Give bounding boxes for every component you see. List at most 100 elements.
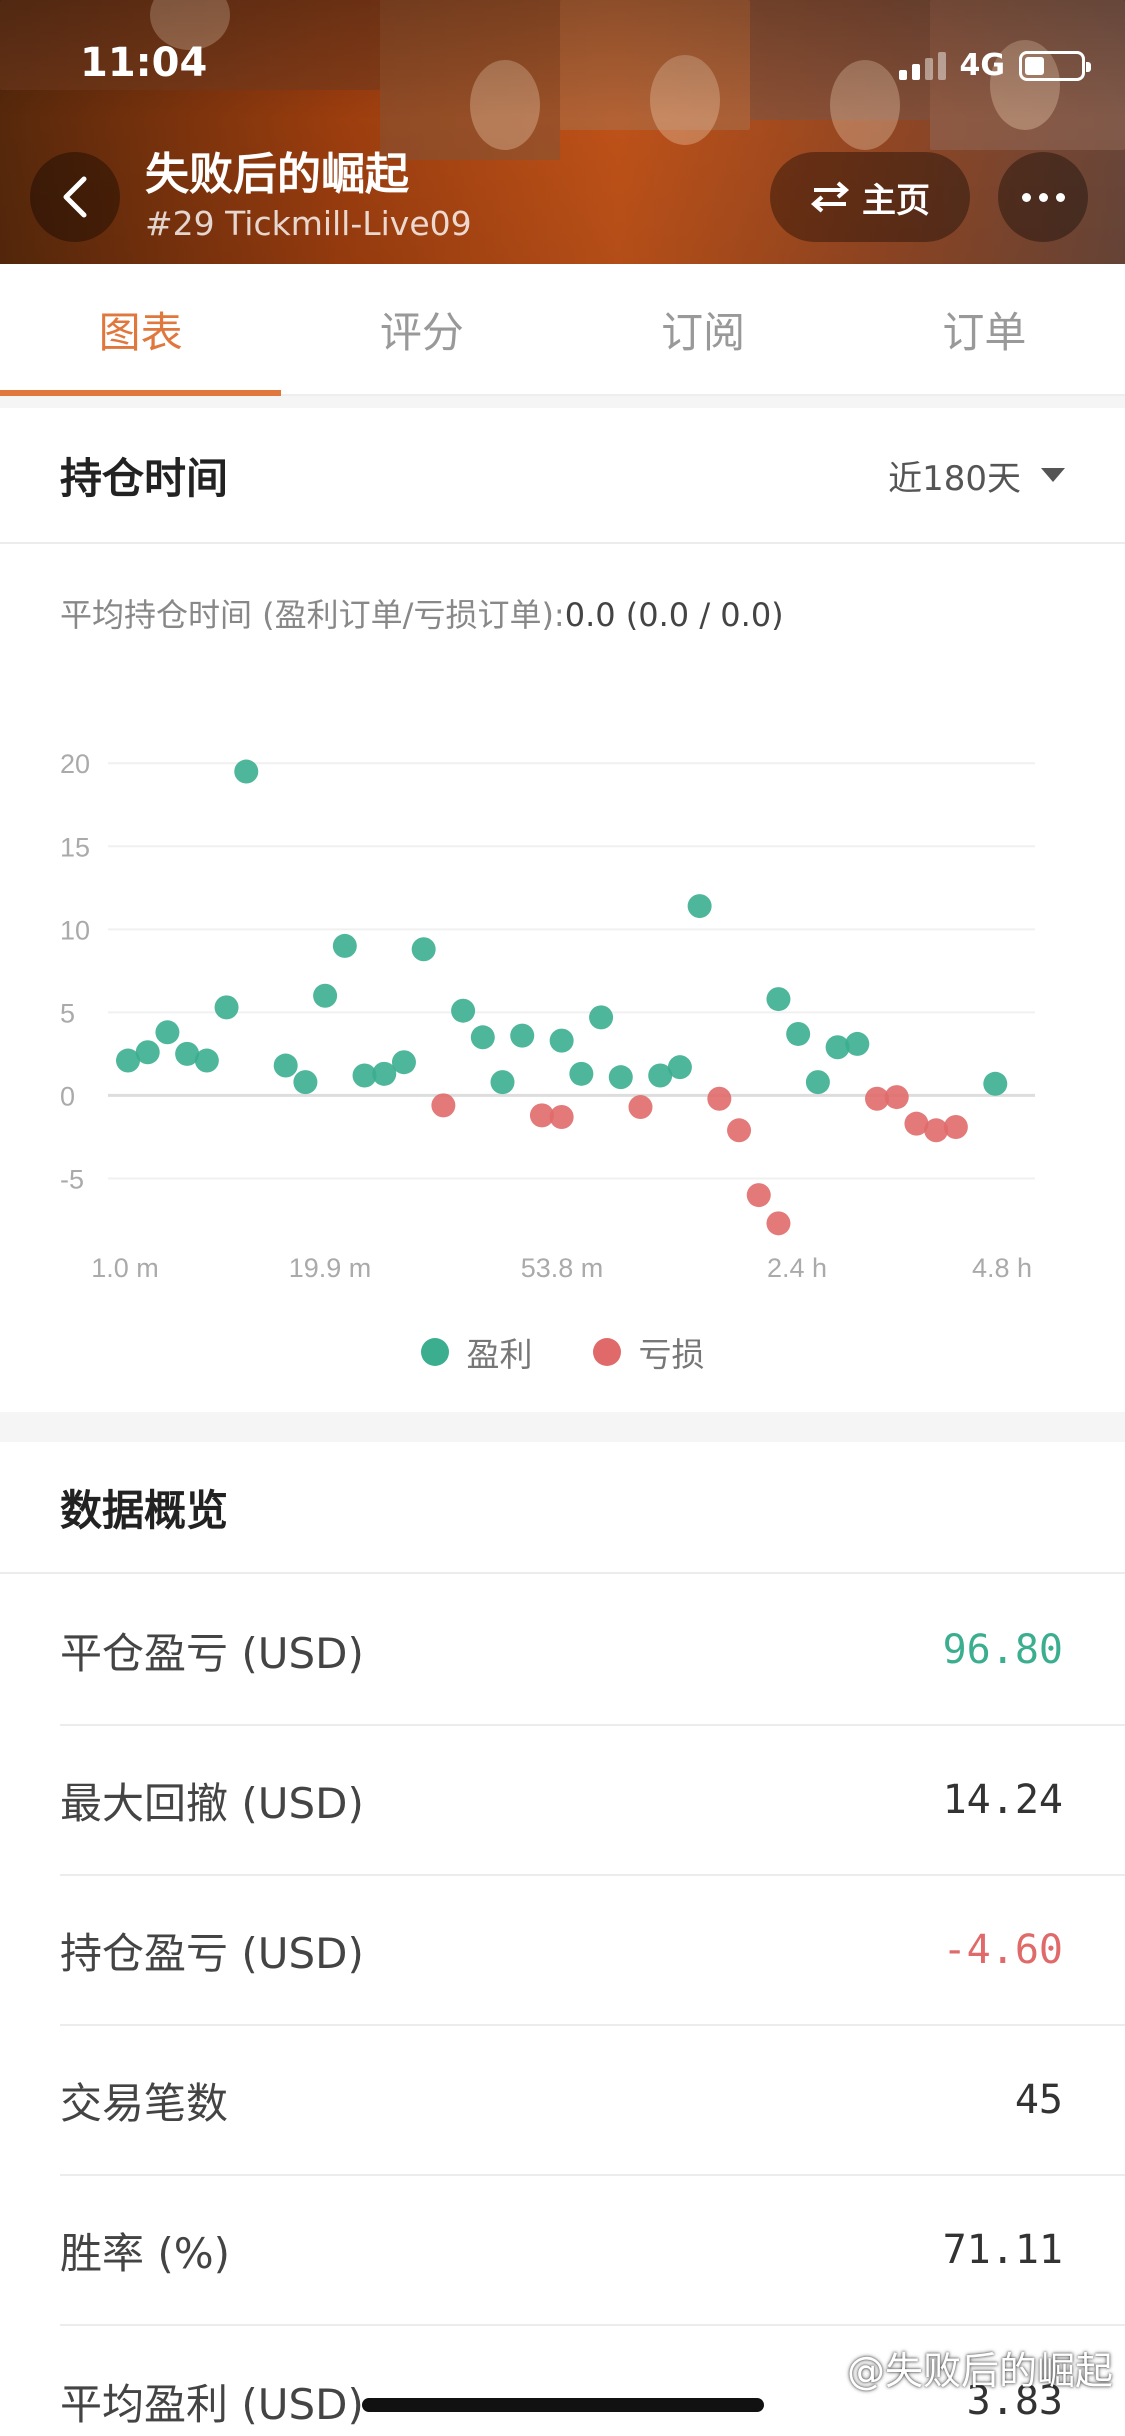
swap-icon — [810, 181, 850, 213]
avg-holding-value: 0.0 (0.0 / 0.0) — [564, 596, 784, 634]
profit-point — [667, 1055, 692, 1080]
profit-point — [805, 1070, 830, 1095]
period-label: 近180天 — [888, 458, 1021, 499]
more-button[interactable] — [998, 152, 1088, 242]
home-indicator[interactable] — [362, 2398, 764, 2412]
profit-point — [214, 995, 239, 1020]
loss-point — [549, 1105, 574, 1130]
avg-holding-label: 平均持仓时间 (盈利订单/亏损订单): — [60, 596, 565, 634]
loss-point — [943, 1114, 968, 1139]
profit-point — [194, 1048, 219, 1073]
profit-point — [273, 1053, 298, 1078]
profit-point — [155, 1020, 180, 1045]
overview-label: 平仓盈亏 (USD) — [60, 1628, 364, 1678]
holding-time-header: 持仓时间 近180天 — [0, 408, 1125, 544]
status-icons: 4G — [898, 48, 1091, 83]
home-button[interactable]: 主页 — [770, 152, 970, 242]
x-tick-label: 53.8 m — [521, 1253, 604, 1283]
y-tick-label: -5 — [60, 1164, 84, 1194]
profit-point — [234, 759, 259, 784]
profit-point — [490, 1070, 515, 1095]
y-tick-label: 15 — [60, 832, 90, 862]
overview-value: 14.24 — [942, 1777, 1063, 1823]
tab-bar: 图表 评分 订阅 订单 — [0, 264, 1125, 396]
loss-point — [431, 1093, 456, 1118]
overview-row: 最大回撤 (USD) 14.24 — [60, 1726, 1125, 1876]
legend-label-loss: 亏损 — [638, 1335, 705, 1374]
profit-point — [313, 983, 338, 1008]
battery-icon — [1019, 50, 1091, 81]
overview-label: 持仓盈亏 (USD) — [60, 1928, 364, 1978]
loss-point — [746, 1183, 771, 1208]
profit-point — [786, 1021, 811, 1046]
tab-orders[interactable]: 订单 — [844, 264, 1125, 394]
legend-dot-profit — [420, 1338, 449, 1366]
profit-point — [470, 1025, 495, 1050]
loss-point — [766, 1211, 791, 1236]
overview-header: 数据概览 — [0, 1442, 1125, 1574]
profit-point — [332, 933, 357, 958]
loss-point — [727, 1118, 752, 1143]
profit-point — [135, 1040, 160, 1065]
overview-row: 平仓盈亏 (USD) 96.80 — [60, 1576, 1125, 1726]
y-tick-label: 20 — [60, 749, 90, 779]
y-tick-label: 10 — [60, 915, 90, 945]
avg-holding-text: 平均持仓时间 (盈利订单/亏损订单):0.0 (0.0 / 0.0) — [60, 590, 784, 636]
overview-label: 交易笔数 — [60, 2078, 229, 2128]
overview-title: 数据概览 — [60, 1485, 229, 1535]
profit-point — [766, 987, 791, 1012]
x-tick-label: 2.4 h — [767, 1253, 827, 1283]
profit-point — [549, 1028, 574, 1053]
page-title: 失败后的崛起 — [145, 149, 409, 200]
loss-point — [884, 1085, 909, 1110]
y-tick-label: 0 — [60, 1081, 75, 1111]
profile-header: 11:04 4G 失败后的崛起 #29 Tickmill-Live09 主页 — [0, 0, 1125, 264]
loss-point — [628, 1095, 653, 1120]
legend-item-profit[interactable]: 盈利 — [420, 1328, 533, 1376]
profit-point — [411, 937, 436, 962]
home-button-label: 主页 — [862, 180, 930, 221]
back-button[interactable] — [30, 152, 120, 242]
overview-label: 胜率 (%) — [60, 2228, 231, 2278]
profit-point — [569, 1061, 594, 1086]
profit-point — [983, 1071, 1008, 1096]
caret-down-icon — [1041, 468, 1065, 482]
period-selector[interactable]: 近180天 — [888, 451, 1065, 500]
tab-rating[interactable]: 评分 — [281, 264, 562, 394]
overview-label: 平均盈利 (USD) — [60, 2379, 364, 2429]
y-tick-label: 5 — [60, 998, 75, 1028]
legend-dot-loss — [592, 1338, 621, 1366]
status-time: 11:04 — [80, 40, 208, 86]
overview-label: 最大回撤 (USD) — [60, 1778, 364, 1828]
overview-row: 交易笔数 45 — [60, 2026, 1125, 2176]
overview-row: 持仓盈亏 (USD) -4.60 — [60, 1876, 1125, 2026]
overview-value: 96.80 — [942, 1627, 1063, 1673]
signal-icon — [898, 51, 946, 80]
chevron-left-icon — [63, 176, 87, 218]
profit-point — [391, 1050, 416, 1075]
overview-value: 45 — [1014, 2077, 1063, 2123]
holding-time-scatter-chart: 20 15 10 5 0 -5 1.0 m 19.9 m 53.8 m 2.4 h 4.8 h — [60, 749, 1035, 1283]
overview-value: 71.11 — [942, 2227, 1063, 2273]
profit-point — [687, 894, 712, 919]
profit-point — [451, 998, 476, 1023]
section-title: 持仓时间 — [60, 453, 229, 503]
profit-point — [589, 1005, 614, 1030]
chart-legend: 盈利 亏损 — [0, 1328, 1125, 1376]
profit-point — [608, 1065, 633, 1090]
x-tick-label: 1.0 m — [91, 1253, 159, 1283]
tab-chart[interactable]: 图表 — [0, 264, 282, 396]
profit-point — [510, 1023, 535, 1048]
network-type: 4G — [959, 48, 1006, 83]
tab-subscribe[interactable]: 订阅 — [563, 264, 844, 394]
profit-point — [293, 1070, 318, 1095]
profit-point — [845, 1031, 870, 1056]
legend-item-loss[interactable]: 亏损 — [592, 1328, 705, 1376]
legend-label-profit: 盈利 — [466, 1335, 533, 1374]
overview-row: 胜率 (%) 71.11 — [60, 2176, 1125, 2326]
x-tick-label: 4.8 h — [972, 1253, 1032, 1283]
x-tick-label: 19.9 m — [289, 1253, 372, 1283]
account-subtitle: #29 Tickmill-Live09 — [145, 204, 472, 243]
loss-point — [707, 1086, 732, 1111]
overview-value: -4.60 — [942, 1927, 1063, 1973]
